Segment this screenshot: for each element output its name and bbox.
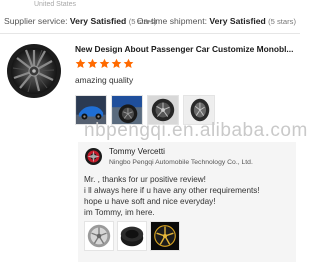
reviewer-country: United States xyxy=(34,1,77,8)
rating-summary: Supplier service: Very Satisfied (5 star… xyxy=(4,14,296,28)
supplier-service-rating: Supplier service: Very Satisfied (5 star… xyxy=(4,14,157,29)
star-rating xyxy=(75,58,134,69)
reply-photo-thumbnail[interactable] xyxy=(117,221,147,251)
product-title-link[interactable]: New Design About Passenger Car Customize… xyxy=(75,44,297,55)
reply-line: Mr. , thanks for ur positive review! xyxy=(84,175,206,184)
star-icon xyxy=(123,58,134,68)
supplier-rep-name: Tommy Vercetti xyxy=(109,147,165,156)
product-image[interactable] xyxy=(6,42,62,100)
on-time-shipment-rating: On-time shipment: Very Satisfied (5 star… xyxy=(137,14,296,29)
on-time-shipment-label: On-time shipment: xyxy=(136,16,207,26)
black-wheel-photo xyxy=(118,222,146,250)
silver-wheel-photo xyxy=(85,222,113,250)
supplier-service-value: Very Satisfied xyxy=(69,16,127,26)
on-time-shipment-value: Very Satisfied xyxy=(209,16,266,26)
wheel-product-graphic xyxy=(6,42,62,100)
supplier-reply: Tommy Vercetti Ningbo Pengqi Automobile … xyxy=(78,142,296,262)
reply-photos xyxy=(84,221,180,251)
section-divider xyxy=(0,33,300,34)
supplier-company[interactable]: Ningbo Pengqi Automobile Technology Co.,… xyxy=(109,159,253,166)
star-icon xyxy=(87,58,98,68)
supplier-avatar xyxy=(85,148,102,165)
supplier-service-label: Supplier service: xyxy=(4,16,68,26)
reply-message: Mr. , thanks for ur positive review! i l… xyxy=(84,174,294,218)
reply-photo-thumbnail[interactable] xyxy=(150,221,180,251)
star-icon xyxy=(75,58,86,68)
reply-photo-thumbnail[interactable] xyxy=(84,221,114,251)
reply-line: i ll always here if u have any other req… xyxy=(84,186,260,195)
star-icon xyxy=(99,58,110,68)
star-icon xyxy=(111,58,122,68)
reply-line: im Tommy, im here. xyxy=(84,208,155,217)
review-comment: amazing quality xyxy=(75,75,134,85)
on-time-shipment-stars: (5 stars) xyxy=(268,17,296,26)
gold-wheel-photo xyxy=(151,222,179,250)
supplier-logo-icon xyxy=(85,148,102,165)
reply-line: hope u have soft and nice everyday! xyxy=(84,197,216,206)
store-watermark: nbpengqi.en.alibaba.com xyxy=(84,120,308,141)
